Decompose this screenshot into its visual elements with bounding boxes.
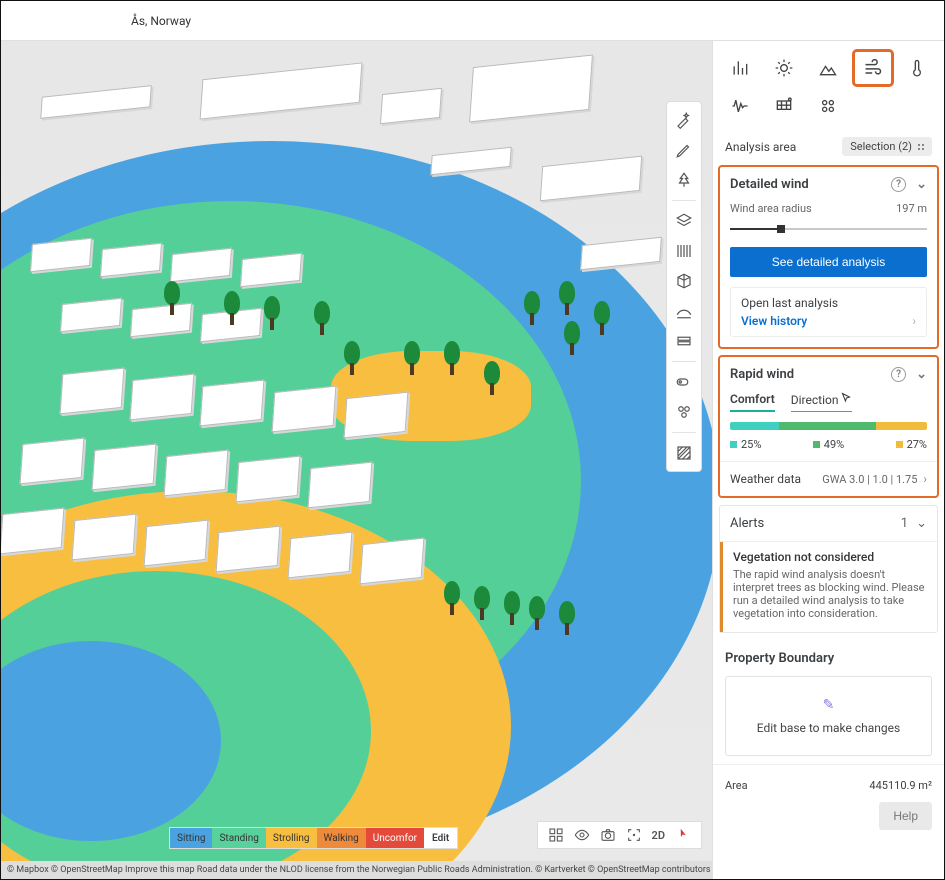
comfort-legend: Sitting Standing Strolling Walking Uncom… [169,827,458,849]
mode-cluster-icon[interactable] [809,91,847,121]
pencil-icon: ✎ [736,697,921,713]
view-controls: 2D [537,821,702,849]
ruler-tool[interactable] [670,237,698,265]
chevron-right-icon[interactable]: › [923,472,927,486]
alerts-header: Alerts [730,516,764,531]
mode-solar-panel-icon[interactable] [765,91,803,121]
help-button[interactable]: Help [879,802,932,830]
tag-tool[interactable] [670,368,698,396]
alert-item: Vegetation not considered The rapid wind… [720,542,937,632]
area-label: Area [725,779,748,792]
focus-icon[interactable] [626,827,642,843]
tab-direction[interactable]: Direction [791,392,853,412]
area-value: 445110.9 m² [869,779,932,792]
location-label: Ås, Norway [131,14,191,28]
legend-standing: Standing [212,828,265,848]
alert-body-text: The rapid wind analysis doesn't interpre… [733,568,927,620]
mode-thermo-icon[interactable] [898,51,936,85]
alerts-section: Alerts 1 ⌄ Vegetation not considered The… [719,505,938,633]
mode-sun-icon[interactable] [765,51,803,85]
view-history-link[interactable]: View history [741,314,807,328]
camera-icon[interactable] [600,827,616,843]
see-detailed-analysis-button[interactable]: See detailed analysis [730,247,927,277]
property-boundary-section: Property Boundary ✎ Edit base to make ch… [719,641,938,756]
legend-uncomfortable: Uncomfor [366,828,424,848]
rapid-wind-title: Rapid wind [730,367,794,382]
cursor-icon [840,392,852,407]
comfort-pct-1: 25% [741,438,761,451]
comfort-pct-2: 49% [824,438,844,451]
weather-data-value: GWA 3.0 | 1.0 | 1.75 [822,473,917,486]
mode-terrain-icon[interactable] [809,51,847,85]
analysis-mode-grid [713,41,944,127]
mode-noise-icon[interactable] [721,91,759,121]
chevron-right-icon[interactable]: › [912,314,916,328]
radius-value: 197 m [896,202,927,215]
radius-slider[interactable] [730,223,927,235]
selection-pill[interactable]: Selection (2) [842,137,932,156]
legend-strolling: Strolling [266,828,317,848]
property-boundary-header: Property Boundary [725,651,932,666]
legend-edit-button[interactable]: Edit [424,833,457,844]
eye-icon[interactable] [574,827,590,843]
legend-walking: Walking [317,828,366,848]
pencil-tool[interactable] [670,136,698,164]
detailed-wind-title: Detailed wind [730,177,809,192]
draw-tool[interactable] [670,297,698,325]
mode-wind-icon[interactable] [854,51,892,85]
mode-bars-icon[interactable] [721,51,759,85]
group-tool[interactable] [670,398,698,426]
edit-base-button[interactable]: ✎ Edit base to make changes [725,676,932,756]
top-bar: Ås, Norway [1,1,944,41]
chevron-down-icon[interactable]: ⌄ [916,367,927,382]
section-tool[interactable] [670,327,698,355]
map-attribution: © Mapbox © OpenStreetMap Improve this ma… [1,861,712,879]
legend-sitting: Sitting [170,828,212,848]
chevron-down-icon[interactable]: ⌄ [916,516,927,531]
detailed-wind-card: Detailed wind ? ⌄ Wind area radius 197 m… [719,166,938,348]
open-last-analysis-label: Open last analysis [741,296,838,310]
comfort-bar [730,422,927,430]
radius-label: Wind area radius [730,202,812,215]
comfort-pct-3: 27% [907,438,927,451]
map-toolbox [666,101,702,472]
help-icon[interactable]: ? [891,367,906,382]
tab-comfort[interactable]: Comfort [730,392,775,412]
grid-view-icon[interactable] [548,827,564,843]
cube-tool[interactable] [670,267,698,295]
compass-north-icon[interactable] [673,825,694,846]
help-icon[interactable]: ? [891,177,906,192]
map-viewport[interactable]: Sitting Standing Strolling Walking Uncom… [1,41,712,879]
toggle-2d-button[interactable]: 2D [652,829,665,842]
tree-tool[interactable] [670,166,698,194]
chevron-down-icon[interactable]: ⌄ [916,177,927,192]
hatch-tool[interactable] [670,439,698,467]
weather-data-label: Weather data [730,472,801,486]
alert-title: Vegetation not considered [733,550,927,564]
analysis-panel: Analysis area Selection (2) Detailed win… [712,41,944,879]
layers-tool[interactable] [670,207,698,235]
analysis-area-label: Analysis area [725,140,796,154]
rapid-wind-card: Rapid wind ? ⌄ Comfort Direction [719,356,938,497]
alerts-count: 1 [901,516,908,531]
wand-tool[interactable] [670,106,698,134]
